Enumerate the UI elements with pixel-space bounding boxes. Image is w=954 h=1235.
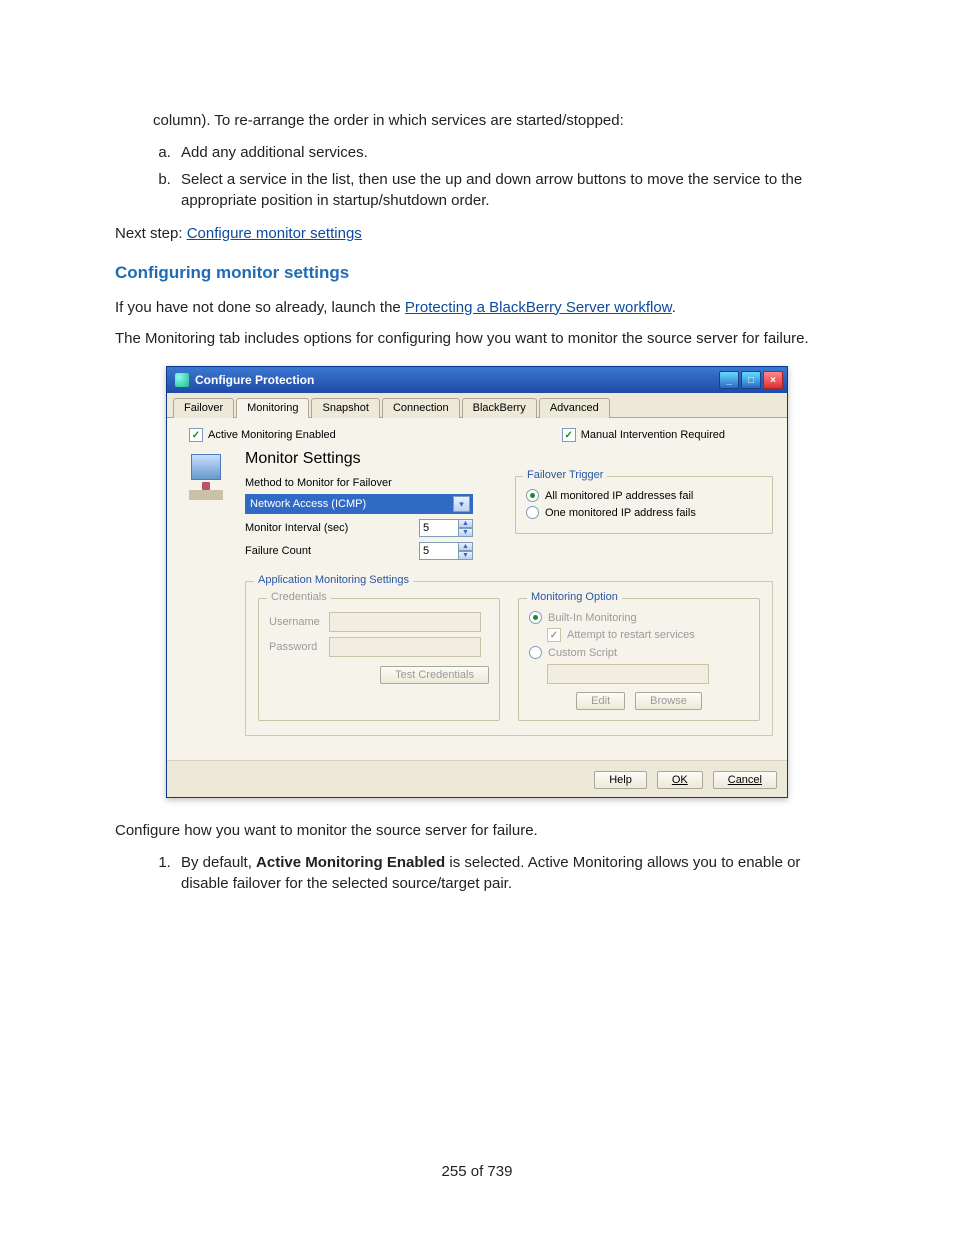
manual-intervention-checkbox[interactable]: ✓ Manual Intervention Required (562, 428, 725, 442)
trigger-all-radio[interactable]: All monitored IP addresses fail (526, 489, 762, 502)
failure-count-input[interactable] (419, 542, 459, 560)
para1-suffix: . (672, 299, 676, 316)
builtin-label: Built-In Monitoring (548, 612, 637, 624)
num1-bold: Active Monitoring Enabled (256, 854, 445, 871)
ok-button[interactable]: OK (657, 771, 703, 789)
spin-up-icon[interactable]: ▲ (459, 519, 473, 528)
tab-blackberry[interactable]: BlackBerry (462, 398, 537, 418)
tab-failover[interactable]: Failover (173, 398, 234, 418)
sub-step-b: Select a service in the list, then use t… (175, 169, 839, 211)
titlebar: Configure Protection _ □ × (167, 367, 787, 393)
method-value: Network Access (ICMP) (250, 498, 366, 510)
radio-on-icon (526, 489, 539, 502)
radio-off-icon (526, 506, 539, 519)
window-title: Configure Protection (195, 373, 719, 387)
num1-prefix: By default, (181, 854, 256, 871)
paragraph-launch: If you have not done so already, launch … (115, 297, 839, 319)
browse-button: Browse (635, 692, 702, 710)
intro-line: column). To re-arrange the order in whic… (115, 110, 839, 132)
application-monitoring-group: Application Monitoring Settings Credenti… (245, 581, 773, 736)
spin-up-icon[interactable]: ▲ (459, 542, 473, 551)
page-footer: 255 of 739 (0, 1163, 954, 1180)
username-label: Username (269, 616, 329, 628)
active-monitoring-checkbox[interactable]: ✓ Active Monitoring Enabled (189, 428, 336, 442)
credentials-group: Credentials Username Password (258, 598, 500, 721)
failover-trigger-legend: Failover Trigger (523, 469, 607, 481)
tab-snapshot[interactable]: Snapshot (311, 398, 379, 418)
checkbox-icon: ✓ (189, 428, 203, 442)
trigger-all-label: All monitored IP addresses fail (545, 490, 693, 502)
close-button[interactable]: × (763, 371, 783, 389)
after-screenshot-paragraph: Configure how you want to monitor the so… (115, 820, 839, 842)
chevron-down-icon: ▾ (453, 496, 470, 512)
trigger-one-radio[interactable]: One monitored IP address fails (526, 506, 762, 519)
maximize-button[interactable]: □ (741, 371, 761, 389)
section-heading: Configuring monitor settings (115, 263, 839, 283)
script-path-field (547, 664, 709, 684)
monitoring-option-legend: Monitoring Option (527, 591, 622, 603)
paragraph-monitoring-tab: The Monitoring tab includes options for … (115, 328, 839, 350)
password-label: Password (269, 641, 329, 653)
workflow-link[interactable]: Protecting a BlackBerry Server workflow (405, 299, 672, 316)
builtin-radio: Built-In Monitoring (529, 611, 749, 624)
attempt-restart-label: Attempt to restart services (567, 629, 695, 641)
tab-monitoring[interactable]: Monitoring (236, 398, 309, 418)
method-label: Method to Monitor for Failover (245, 477, 475, 489)
radio-off-icon (529, 646, 542, 659)
monitoring-option-group: Monitoring Option Built-In Monitoring ✓ … (518, 598, 760, 721)
active-monitoring-label: Active Monitoring Enabled (208, 429, 336, 441)
interval-spinner[interactable]: ▲ ▼ (419, 519, 475, 537)
failure-count-label: Failure Count (245, 545, 419, 557)
radio-on-icon (529, 611, 542, 624)
edit-button: Edit (576, 692, 625, 710)
tab-advanced[interactable]: Advanced (539, 398, 610, 418)
method-dropdown[interactable]: Network Access (ICMP) ▾ (245, 494, 473, 514)
dialog-button-strip: Help OK Cancel (167, 760, 787, 797)
cancel-button[interactable]: Cancel (713, 771, 777, 789)
checkbox-icon: ✓ (547, 628, 561, 642)
para1-prefix: If you have not done so already, launch … (115, 299, 405, 316)
attempt-restart-checkbox: ✓ Attempt to restart services (529, 628, 749, 642)
monitor-settings-heading: Monitor Settings (245, 450, 773, 468)
custom-script-label: Custom Script (548, 647, 617, 659)
numbered-step-1: By default, Active Monitoring Enabled is… (175, 852, 839, 894)
credentials-legend: Credentials (267, 591, 331, 603)
minimize-button[interactable]: _ (719, 371, 739, 389)
tab-connection[interactable]: Connection (382, 398, 460, 418)
next-step-prefix: Next step: (115, 225, 187, 242)
help-button[interactable]: Help (594, 771, 647, 789)
password-field (329, 637, 481, 657)
test-credentials-button: Test Credentials (380, 666, 489, 684)
interval-input[interactable] (419, 519, 459, 537)
monitor-icon (191, 454, 221, 480)
app-icon (175, 373, 189, 387)
interval-label: Monitor Interval (sec) (245, 522, 419, 534)
failover-trigger-group: Failover Trigger All monitored IP addres… (515, 476, 773, 534)
username-field (329, 612, 481, 632)
manual-intervention-label: Manual Intervention Required (581, 429, 725, 441)
network-icon (189, 490, 223, 500)
failure-count-spinner[interactable]: ▲ ▼ (419, 542, 475, 560)
next-step-line: Next step: Configure monitor settings (115, 223, 839, 245)
checkbox-icon: ✓ (562, 428, 576, 442)
sub-step-a: Add any additional services. (175, 142, 839, 163)
trigger-one-label: One monitored IP address fails (545, 507, 696, 519)
tabstrip: Failover Monitoring Snapshot Connection … (167, 393, 787, 418)
next-step-link[interactable]: Configure monitor settings (187, 225, 362, 242)
spin-down-icon[interactable]: ▼ (459, 551, 473, 560)
configure-protection-dialog: Configure Protection _ □ × Failover Moni… (166, 366, 788, 798)
appmon-legend: Application Monitoring Settings (254, 574, 413, 586)
custom-script-radio: Custom Script (529, 646, 749, 659)
spin-down-icon[interactable]: ▼ (459, 528, 473, 537)
tab-panel: ✓ Active Monitoring Enabled ✓ Manual Int… (167, 418, 787, 760)
